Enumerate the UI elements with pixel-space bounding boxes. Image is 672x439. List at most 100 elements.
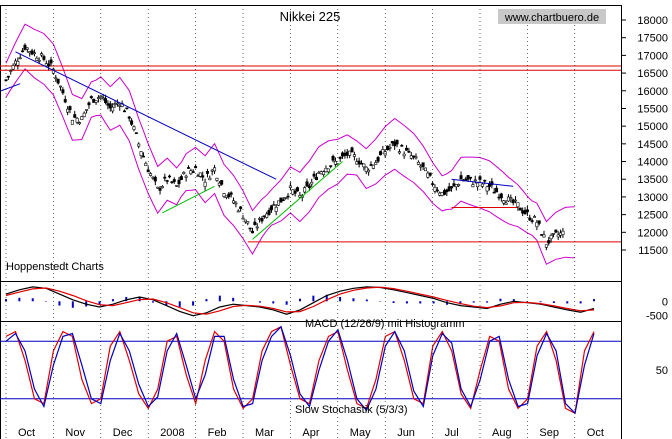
price-bar-body [440, 192, 444, 196]
price-bar-body [205, 170, 209, 174]
price-bar-body [528, 217, 532, 221]
y-tick-label: 13500 [637, 174, 668, 186]
price-bar-body [551, 233, 555, 235]
price-bar-body [25, 47, 29, 50]
price-bar-body [253, 221, 257, 225]
x-tick-label: Aug [492, 427, 512, 439]
nikkei-chart: 18000 17500 17000 16500 16000 15500 15000 14500… [0, 5, 668, 439]
x-tick-label: Nov [65, 427, 85, 439]
price-bar-body [341, 152, 345, 157]
price-bar-body [492, 191, 496, 194]
price-bar-body [506, 196, 510, 202]
price-bar-body [523, 210, 527, 215]
price-bar-body [331, 155, 335, 161]
price-bar-body [291, 189, 295, 195]
price-bar-body [540, 234, 544, 236]
price-bar-body [378, 151, 382, 156]
price-bar-body [156, 186, 160, 189]
x-tick-label: May [350, 427, 371, 439]
price-bar-body [158, 188, 162, 191]
price-bar-body [310, 181, 314, 185]
price-bar-body [132, 126, 136, 130]
price-bar-body [324, 167, 328, 173]
price-bar-body [362, 163, 366, 168]
price-bar-body [54, 77, 58, 80]
price-bar-body [191, 171, 195, 173]
price-bar-body [179, 176, 183, 180]
price-bar-body [11, 65, 15, 70]
stochastic-plot: 50 [0, 325, 668, 415]
y-tick-label: 13000 [637, 192, 668, 204]
price-bar-body [134, 132, 138, 134]
price-bar-body [194, 166, 198, 169]
price-bar-body [210, 169, 214, 172]
price-bar-body [272, 204, 276, 206]
price-bar-body [307, 185, 311, 188]
price-bar-body [419, 165, 423, 168]
price-bar-body [255, 226, 259, 229]
price-bar-body [412, 155, 416, 158]
price-bar-body [293, 190, 297, 194]
price-bar-body [23, 44, 27, 50]
price-bar-body [288, 185, 292, 188]
price-bar-body [118, 105, 122, 107]
price-bar-body [559, 232, 563, 236]
price-bar-body [348, 150, 352, 156]
price-bar-body [485, 186, 489, 192]
price-bar-body [123, 110, 127, 113]
price-bar-body [296, 187, 300, 192]
price-bar-body [260, 218, 264, 222]
price-bar-body [241, 217, 245, 220]
price-bar-body [388, 146, 392, 149]
price-bar-body [203, 181, 207, 187]
price-bar-body [18, 57, 22, 60]
price-bar-body [80, 116, 84, 121]
price-bar-body [32, 52, 36, 55]
y-tick-label: 15000 [637, 121, 668, 133]
price-bar-body [355, 161, 359, 165]
price-bar-body [393, 141, 397, 147]
x-tick-label: Sep [539, 427, 559, 439]
price-bar-body [127, 116, 131, 119]
price-bar-body [213, 167, 217, 172]
price-bar-body [250, 230, 254, 234]
price-bar-body [196, 175, 200, 177]
stochastic-series-line [5, 325, 595, 415]
chart-root: 18000 17500 17000 16500 16000 15500 15000 14500… [0, 0, 672, 439]
source-badge[interactable]: www.chartbuero.de [504, 12, 599, 24]
price-bar-body [267, 210, 271, 215]
y-tick-label: 18000 [637, 15, 668, 27]
price-bar-body [137, 143, 141, 147]
price-bar-body [319, 171, 323, 175]
price-bar-body [357, 160, 361, 165]
price-bar-body [390, 140, 394, 144]
y-tick-label: 14000 [637, 157, 668, 169]
price-bar-body [305, 181, 309, 187]
price-bar-body [146, 169, 150, 173]
price-bar-body [514, 199, 518, 202]
y-tick-label: 11500 [638, 245, 668, 257]
price-bar-body [59, 85, 63, 88]
price-bar-body [92, 98, 96, 103]
price-bar-body [542, 234, 546, 238]
price-bar-body [469, 176, 473, 179]
price-bar-body [243, 219, 247, 223]
price-bar-body [125, 107, 129, 110]
price-bar-body [141, 155, 145, 158]
price-bar-body [224, 195, 228, 198]
x-tick-label: Jun [397, 427, 415, 439]
price-bar-body [333, 160, 337, 165]
price-bar-body [397, 151, 401, 154]
price-bar-body [452, 183, 456, 186]
price-bar-body [16, 61, 20, 66]
price-bar-body [314, 176, 318, 181]
price-bar-body [239, 206, 243, 209]
price-bar-body [547, 240, 551, 244]
price-bar-body [405, 147, 409, 151]
price-bar-body [4, 79, 8, 82]
price-bar-body [101, 97, 105, 100]
price-bar-body [215, 177, 219, 181]
price-bar-body [416, 161, 420, 165]
price-bar-body [303, 187, 307, 193]
price-bar-body [497, 196, 501, 199]
